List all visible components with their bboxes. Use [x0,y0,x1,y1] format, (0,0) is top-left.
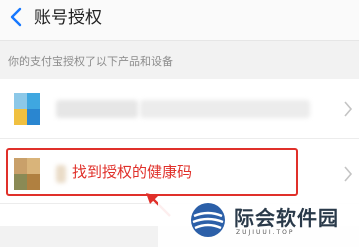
chevron-right-icon [344,166,353,182]
globe-logo-icon [191,203,225,237]
watermark: 际会软件园 ZUJIUUI.TOP [158,196,359,247]
app-name-redacted [56,165,66,183]
app-desc-redacted [140,100,310,118]
page-title: 账号授权 [34,8,102,28]
top-nav-bar: 账号授权 [0,0,359,41]
chevron-left-icon [10,7,22,27]
chevron-right-icon [344,101,353,117]
watermark-url: ZUJIUUI.TOP [236,229,295,236]
section-header: 你的支付宝授权了以下产品和设备 [0,41,359,79]
authorized-app-item[interactable] [0,80,359,139]
app-name-redacted [56,100,138,118]
section-description: 你的支付宝授权了以下产品和设备 [8,55,173,68]
app-icon [14,93,40,125]
app-icon [14,158,40,190]
watermark-brand: 际会软件园 [234,206,339,230]
annotation-text: 找到授权的健康码 [72,163,193,181]
back-button[interactable] [4,5,28,29]
